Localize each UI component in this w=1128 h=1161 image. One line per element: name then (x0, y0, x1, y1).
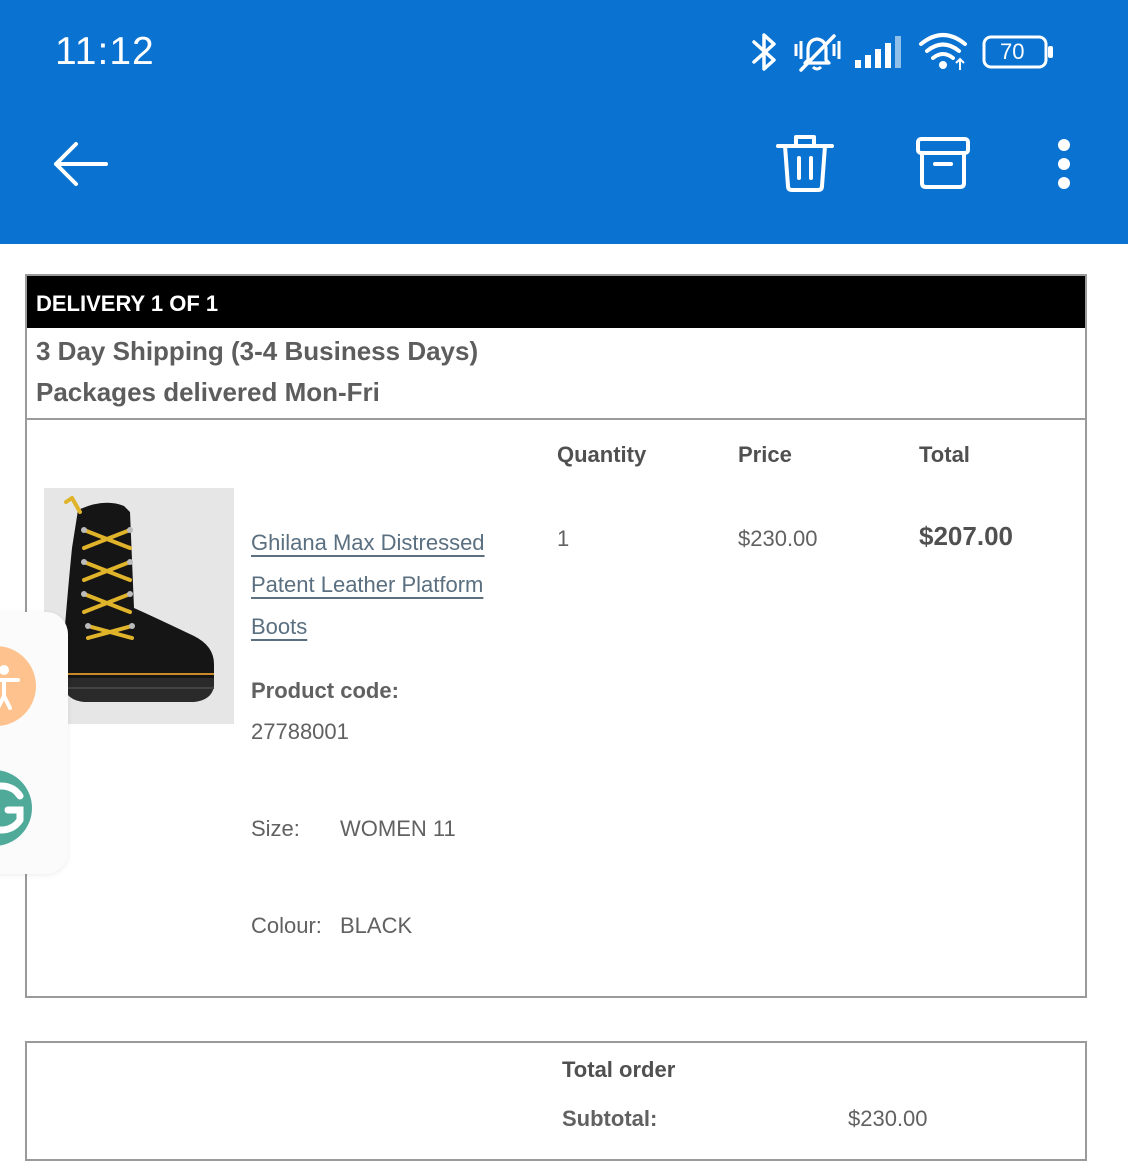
product-code-value: 27788001 (251, 719, 349, 744)
divider (27, 418, 1085, 420)
item-price: $230.00 (738, 526, 818, 551)
subtotal-value: $230.00 (848, 1106, 928, 1131)
bluetooth-icon (752, 33, 776, 71)
grammarly-button[interactable] (0, 770, 32, 846)
product-name-link[interactable]: Ghilana Max Distressed Patent Leather Pl… (251, 522, 511, 648)
app-bar: 11:12 70 (0, 0, 1128, 244)
vibrate-mute-icon (794, 34, 841, 72)
delete-button[interactable] (775, 132, 835, 194)
more-vertical-icon (1058, 139, 1070, 189)
shipping-method: 3 Day Shipping (3-4 Business Days) (36, 336, 479, 366)
accessibility-button[interactable] (0, 646, 36, 726)
battery-level: 70 (1000, 39, 1025, 64)
item-quantity: 1 (557, 526, 570, 551)
item-total: $207.00 (919, 521, 1013, 551)
delivery-days: Packages delivered Mon-Fri (36, 377, 380, 407)
more-options-button[interactable] (1052, 138, 1076, 190)
size-label: Size: (251, 816, 300, 841)
price-header: Price (738, 442, 792, 467)
status-time: 11:12 (55, 30, 155, 73)
signal-icon (855, 36, 901, 68)
total-header: Total (919, 442, 970, 467)
order-total-section: Total order Subtotal: $230.00 (25, 1041, 1087, 1161)
grammarly-icon (0, 782, 24, 834)
quantity-header: Quantity (557, 442, 647, 467)
trash-icon (776, 135, 834, 192)
colour-value: BLACK (340, 913, 413, 938)
colour-label: Colour: (251, 913, 322, 938)
arrow-left-icon (54, 142, 108, 186)
archive-icon (916, 137, 970, 189)
subtotal-label: Subtotal: (562, 1106, 658, 1131)
size-value: WOMEN 11 (340, 816, 456, 841)
order-total-title: Total order (562, 1057, 676, 1082)
product-code-label: Product code: (251, 678, 399, 703)
delivery-header: DELIVERY 1 OF 1 (27, 276, 1085, 328)
back-button[interactable] (50, 138, 110, 190)
wifi-icon (919, 33, 967, 70)
delivery-section: DELIVERY 1 OF 1 3 Day Shipping (3-4 Busi… (25, 274, 1087, 998)
product-image[interactable] (44, 488, 234, 724)
archive-button[interactable] (915, 135, 971, 191)
accessibility-icon (0, 665, 20, 710)
